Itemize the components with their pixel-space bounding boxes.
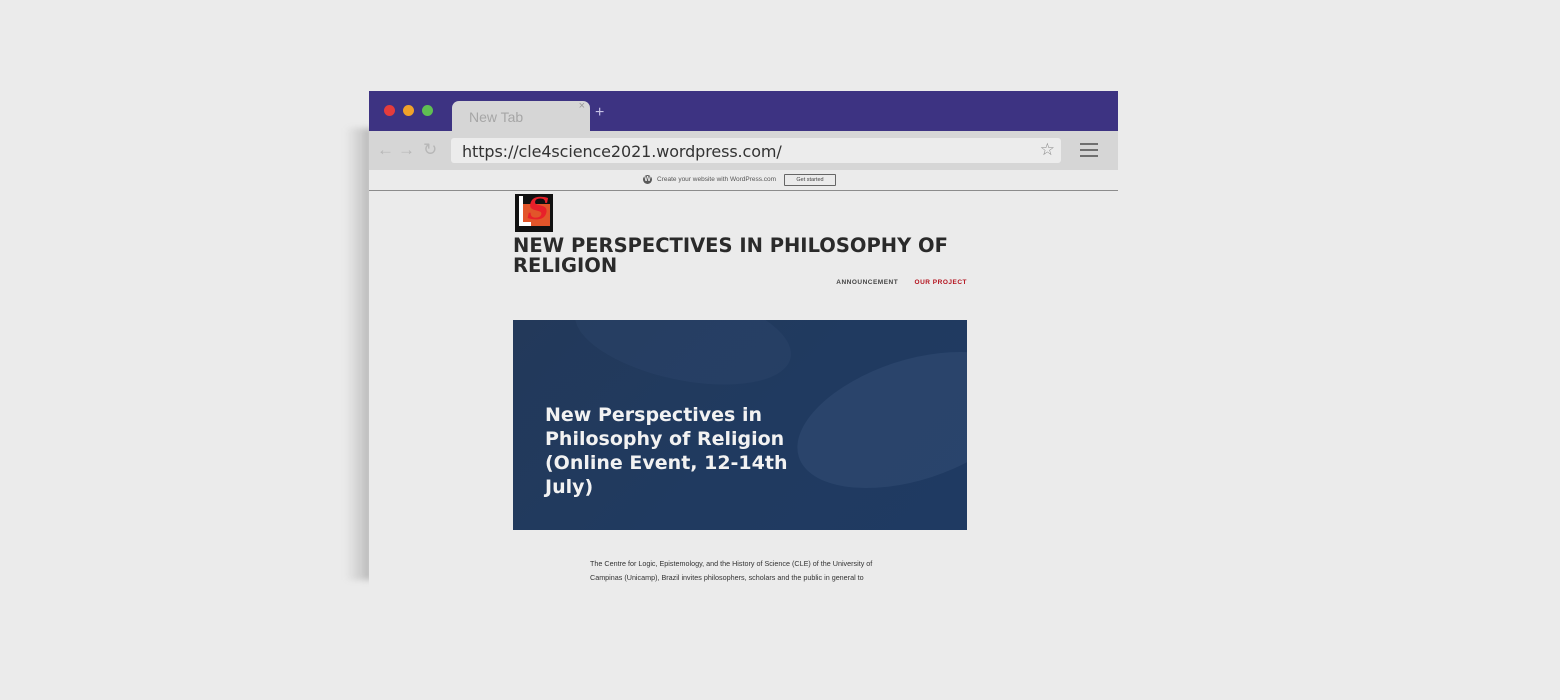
title-bar: New Tab × +	[369, 91, 1118, 131]
close-tab-icon[interactable]: ×	[579, 100, 585, 112]
browser-window: New Tab × + ← → ↻ https://cle4science202…	[369, 91, 1118, 591]
intro-paragraph: The Centre for Logic, Epistemology, and …	[590, 559, 873, 582]
back-arrow-icon[interactable]: ←	[377, 141, 394, 158]
wordpress-logo-icon: W	[643, 175, 652, 184]
maximize-window-button[interactable]	[422, 105, 433, 116]
hamburger-menu-icon[interactable]	[1080, 143, 1098, 159]
window-shadow	[345, 128, 371, 580]
new-tab-button[interactable]: +	[595, 105, 604, 121]
minimize-window-button[interactable]	[403, 105, 414, 116]
wordpress-banner-text[interactable]: Create your website with WordPress.com	[657, 176, 776, 183]
address-bar[interactable]: https://cle4science2021.wordpress.com/ ☆	[451, 138, 1061, 163]
reload-icon[interactable]: ↻	[423, 141, 437, 158]
tab-new-tab[interactable]: New Tab ×	[452, 100, 590, 131]
nav-item-announcement[interactable]: ANNOUNCEMENT	[836, 279, 898, 286]
close-window-button[interactable]	[384, 105, 395, 116]
site-title[interactable]: NEW PERSPECTIVES IN PHILOSOPHY OF RELIGI…	[513, 236, 953, 276]
url-text[interactable]: https://cle4science2021.wordpress.com/	[462, 142, 782, 161]
site-logo[interactable]: S	[515, 192, 553, 232]
page-content: S NEW PERSPECTIVES IN PHILOSOPHY OF RELI…	[369, 191, 1118, 591]
wordpress-banner: W Create your website with WordPress.com…	[369, 171, 1118, 191]
browser-toolbar: ← → ↻ https://cle4science2021.wordpress.…	[369, 131, 1118, 170]
site-nav: ANNOUNCEMENT OUR PROJECT	[822, 279, 967, 286]
nav-item-our-project[interactable]: OUR PROJECT	[915, 279, 967, 286]
hero-banner: New Perspectives in Philosophy of Religi…	[513, 320, 967, 530]
tab-title: New Tab	[469, 109, 524, 125]
get-started-button[interactable]: Get started	[784, 174, 836, 186]
forward-arrow-icon[interactable]: →	[398, 141, 415, 158]
bookmark-star-icon[interactable]: ☆	[1040, 141, 1055, 158]
hero-title[interactable]: New Perspectives in Philosophy of Religi…	[545, 403, 805, 499]
